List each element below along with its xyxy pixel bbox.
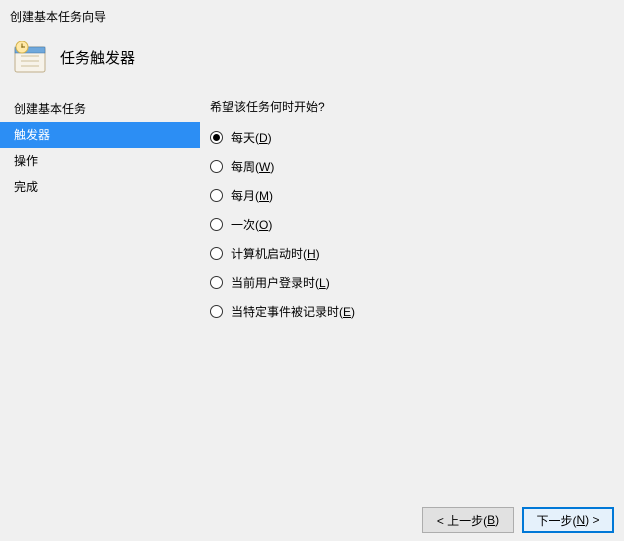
trigger-radio-group: 每天(D) 每周(W) 每月(M) 一次(O) 计算机启动时(H) 当前用户登录时(L) 当…	[210, 129, 614, 320]
radio-label: 当特定事件被记录时(E)	[231, 303, 355, 320]
wizard-sidebar: 创建基本任务触发器操作完成	[0, 96, 200, 493]
radio-indicator	[210, 276, 223, 289]
radio-label: 一次(O)	[231, 216, 272, 233]
wizard-step-title: 任务触发器	[60, 47, 135, 68]
sidebar-item-1[interactable]: 触发器	[0, 122, 200, 148]
trigger-option-e[interactable]: 当特定事件被记录时(E)	[210, 303, 614, 320]
radio-indicator	[210, 305, 223, 318]
radio-indicator	[210, 131, 223, 144]
trigger-option-o[interactable]: 一次(O)	[210, 216, 614, 233]
radio-label: 当前用户登录时(L)	[231, 274, 330, 291]
wizard-body: 创建基本任务触发器操作完成 希望该任务何时开始? 每天(D) 每周(W) 每月(M)…	[0, 96, 624, 493]
schedule-icon	[14, 41, 46, 73]
window-title: 创建基本任务向导	[0, 0, 624, 33]
radio-label: 每月(M)	[231, 187, 273, 204]
trigger-option-l[interactable]: 当前用户登录时(L)	[210, 274, 614, 291]
sidebar-item-3[interactable]: 完成	[0, 174, 200, 200]
radio-label: 计算机启动时(H)	[231, 245, 320, 262]
radio-label: 每周(W)	[231, 158, 274, 175]
wizard-content: 希望该任务何时开始? 每天(D) 每周(W) 每月(M) 一次(O) 计算机启动时(H)…	[200, 96, 624, 493]
sidebar-item-2[interactable]: 操作	[0, 148, 200, 174]
trigger-option-w[interactable]: 每周(W)	[210, 158, 614, 175]
radio-indicator	[210, 189, 223, 202]
radio-label: 每天(D)	[231, 129, 272, 146]
content-heading: 希望该任务何时开始?	[210, 96, 614, 115]
trigger-option-h[interactable]: 计算机启动时(H)	[210, 245, 614, 262]
radio-indicator	[210, 160, 223, 173]
trigger-option-d[interactable]: 每天(D)	[210, 129, 614, 146]
trigger-option-m[interactable]: 每月(M)	[210, 187, 614, 204]
next-button[interactable]: 下一步(N) >	[522, 507, 614, 533]
radio-indicator	[210, 247, 223, 260]
sidebar-item-0[interactable]: 创建基本任务	[0, 96, 200, 122]
back-button[interactable]: < 上一步(B)	[422, 507, 514, 533]
radio-indicator	[210, 218, 223, 231]
wizard-header: 任务触发器	[0, 33, 624, 91]
wizard-footer: < 上一步(B) 下一步(N) >	[422, 507, 614, 533]
